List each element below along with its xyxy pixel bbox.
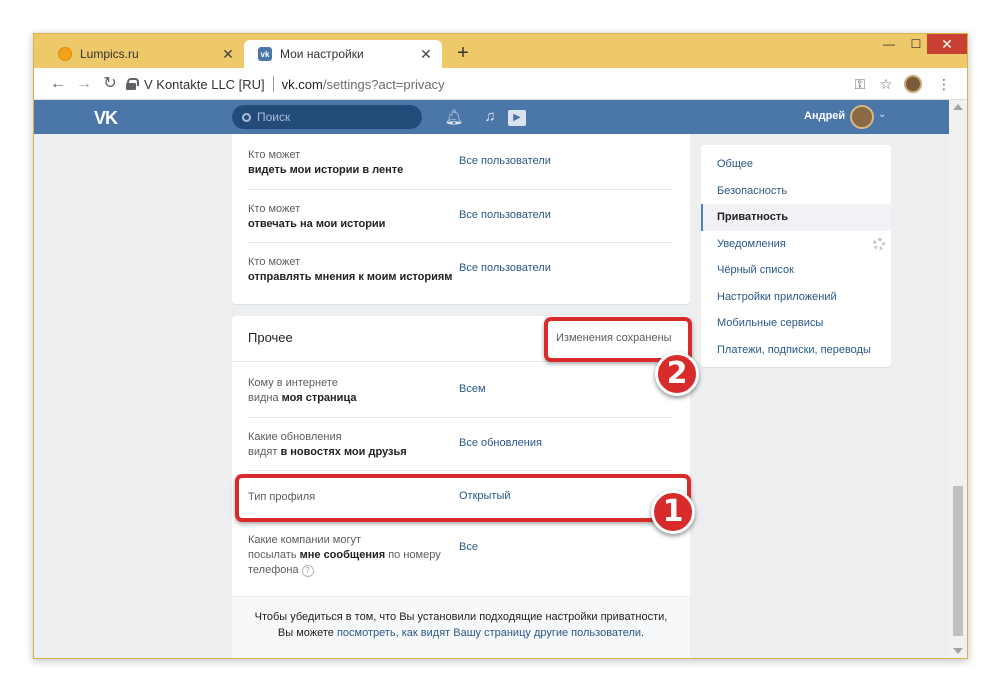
music-icon[interactable]: ♫: [480, 108, 500, 125]
new-tab-button[interactable]: +: [452, 42, 474, 65]
close-window-button[interactable]: ✕: [927, 34, 967, 54]
back-button[interactable]: ←: [48, 74, 68, 94]
row-value-link[interactable]: Все пользователи: [459, 262, 551, 274]
close-tab-icon[interactable]: ✕: [416, 46, 436, 63]
scroll-down-icon[interactable]: [953, 648, 963, 654]
forward-button[interactable]: →: [74, 74, 94, 94]
url-host: vk.com: [281, 76, 323, 92]
vk-favicon-icon: vk: [258, 47, 272, 61]
footer-text: .: [641, 627, 645, 639]
settings-menu-item-apps[interactable]: Настройки приложений: [701, 284, 891, 311]
close-tab-icon[interactable]: ✕: [218, 46, 238, 63]
maximize-button[interactable]: ☐: [903, 34, 929, 54]
minimize-button[interactable]: —: [876, 34, 902, 54]
step-1-badge: 1: [651, 490, 695, 534]
privacy-footer-note: Чтобы убедиться в том, что Вы установили…: [232, 596, 690, 658]
page-viewport: VK 🔔︎ ♫ ▶ Андрей ⌄ Кто можетвидеть мои и…: [34, 100, 967, 658]
privacy-row[interactable]: Кто может отвечать на мои истории Все пол…: [248, 190, 672, 243]
row-label: Какие компании могут посылать мне сообщен…: [248, 534, 441, 577]
row-label: Кто может отвечать на мои истории: [248, 203, 386, 230]
section-title: Прочее: [248, 330, 293, 345]
site-identity: V Kontakte LLC [RU]: [144, 76, 265, 92]
tab-title: Lumpics.ru: [80, 47, 139, 61]
tab-lumpics[interactable]: Lumpics.ru ✕: [44, 40, 244, 68]
profile-type-highlight: [235, 474, 691, 522]
user-name[interactable]: Андрей: [804, 110, 845, 122]
browser-toolbar: ← → ↻ V Kontakte LLC [RU] vk.com/setting…: [34, 68, 967, 100]
search-input[interactable]: [257, 110, 407, 124]
avatar[interactable]: [850, 105, 874, 129]
browser-window: Lumpics.ru ✕ vk Мои настройки ✕ + — ☐ ✕ …: [33, 33, 968, 659]
lumpics-favicon-icon: [58, 47, 72, 61]
settings-menu-item-mobile[interactable]: Мобильные сервисы: [701, 310, 891, 337]
row-value-link[interactable]: Все обновления: [459, 437, 542, 449]
scroll-thumb[interactable]: [953, 486, 963, 636]
stories-privacy-card: Кто может видеть мои истории в ленте Все …: [232, 134, 690, 304]
privacy-row[interactable]: Кому в интернете видна моя страница Всем: [248, 362, 672, 418]
row-value-link[interactable]: Все: [459, 541, 478, 553]
privacy-row[interactable]: Какие обновления видят в новостях мои дру…: [248, 418, 672, 471]
help-icon[interactable]: ?: [301, 565, 314, 577]
lock-icon: [126, 78, 139, 90]
view-as-link[interactable]: посмотреть, как видят Вашу страницу друг…: [337, 627, 641, 639]
footer-text: Вы можете: [277, 627, 337, 639]
bell-icon[interactable]: 🔔︎: [444, 108, 464, 126]
footer-text: Чтобы убедиться в том, что Вы установили…: [254, 611, 668, 623]
key-icon[interactable]: ⚿: [850, 74, 870, 94]
settings-menu-item-general[interactable]: Общее: [701, 151, 891, 178]
row-value-link[interactable]: Все пользователи: [459, 209, 551, 221]
row-label: Кто может видеть мои истории в ленте: [248, 149, 404, 176]
row-value-link[interactable]: Всем: [459, 383, 486, 395]
address-bar[interactable]: V Kontakte LLC [RU] vk.com/settings?act=…: [126, 71, 866, 97]
tab-title: Мои настройки: [280, 47, 364, 61]
video-icon[interactable]: ▶: [508, 110, 526, 126]
reload-button[interactable]: ↻: [100, 74, 120, 94]
vk-header: VK 🔔︎ ♫ ▶ Андрей ⌄: [34, 100, 949, 134]
tab-my-settings[interactable]: vk Мои настройки ✕: [244, 40, 442, 68]
url-path: /settings?act=privacy: [322, 76, 445, 92]
page-scrollbar[interactable]: [949, 100, 967, 658]
profile-avatar-icon[interactable]: [904, 75, 922, 93]
star-icon[interactable]: ☆: [876, 74, 896, 94]
privacy-row[interactable]: Какие компании могут посылать мне сообщен…: [248, 523, 672, 593]
vk-search[interactable]: [232, 105, 422, 129]
settings-menu-item-payments[interactable]: Платежи, подписки, переводы: [701, 337, 891, 364]
scroll-up-icon[interactable]: [953, 104, 963, 110]
settings-menu-item-blacklist[interactable]: Чёрный список: [701, 257, 891, 284]
tab-strip: Lumpics.ru ✕ vk Мои настройки ✕ + — ☐ ✕: [34, 34, 967, 68]
kebab-menu-icon[interactable]: ⋮: [934, 74, 954, 94]
step-2-badge: 2: [655, 352, 699, 396]
omnibox-divider: [272, 76, 274, 92]
privacy-row[interactable]: Кто может видеть мои истории в ленте Все …: [248, 134, 672, 190]
row-label: Кому в интернете видна моя страница: [248, 377, 357, 404]
chevron-down-icon[interactable]: ⌄: [878, 109, 886, 120]
gear-icon[interactable]: [873, 237, 885, 250]
search-icon: [242, 112, 251, 122]
settings-menu-item-security[interactable]: Безопасность: [701, 178, 891, 205]
row-value-link[interactable]: Все пользователи: [459, 155, 551, 167]
settings-menu-item-privacy[interactable]: Приватность: [701, 204, 891, 231]
settings-menu-item-notifications[interactable]: Уведомления: [701, 231, 891, 258]
privacy-row[interactable]: Кто может отправлять мнения к моим истори…: [248, 243, 672, 298]
row-label: Кто может отправлять мнения к моим истори…: [248, 256, 453, 283]
settings-menu: Общее Безопасность Приватность Уведомлен…: [701, 145, 891, 367]
vk-logo[interactable]: VK: [94, 108, 118, 129]
row-label: Какие обновления видят в новостях мои дру…: [248, 431, 407, 458]
menu-item-label: Уведомления: [717, 237, 786, 250]
